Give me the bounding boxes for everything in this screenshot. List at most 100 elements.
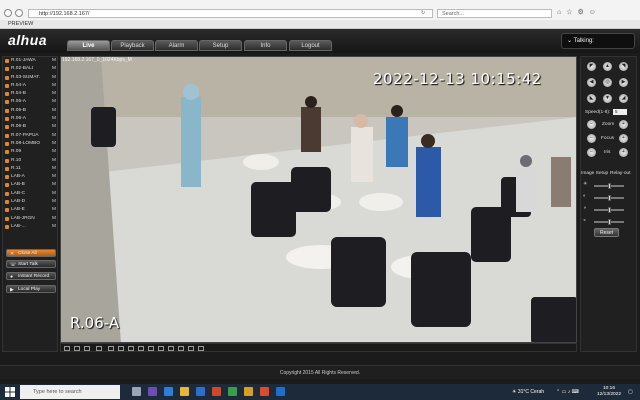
slider-knob[interactable] — [607, 219, 611, 225]
channel-stream-flag[interactable]: M — [52, 223, 56, 231]
channel-stream-flag[interactable]: M — [52, 74, 56, 82]
hue-slider[interactable] — [594, 219, 624, 225]
zoom-icon[interactable] — [178, 346, 184, 351]
channel-item[interactable]: R.07-PAPUA M — [3, 132, 59, 140]
channel-stream-flag[interactable]: M — [52, 65, 56, 73]
slider-knob[interactable] — [607, 195, 611, 201]
grid-36-icon[interactable] — [138, 346, 144, 351]
edge-icon[interactable] — [164, 387, 173, 396]
ptz-left-icon[interactable]: ◀ — [587, 78, 596, 87]
channel-item[interactable]: R.05-B M — [3, 107, 59, 115]
channel-item[interactable]: LAB-A M — [3, 173, 59, 181]
fullscreen-icon[interactable] — [96, 346, 102, 351]
settings-icon[interactable] — [198, 346, 204, 351]
channel-item[interactable]: R.05-A M — [3, 98, 59, 106]
channel-stream-flag[interactable]: M — [52, 57, 56, 65]
channel-stream-flag[interactable]: M — [52, 206, 56, 214]
ptz-down-icon[interactable]: ▼ — [603, 94, 612, 103]
channel-item[interactable]: R.01-JAWA M — [3, 57, 59, 65]
ie-icon[interactable] — [276, 387, 285, 396]
refresh-icon[interactable]: ↻ — [421, 9, 425, 18]
start-talk-button[interactable]: ☏ Start Talk — [6, 260, 56, 268]
excel-icon[interactable] — [228, 387, 237, 396]
close-all-button[interactable]: ✕ Close All — [6, 249, 56, 257]
browser-search-input[interactable]: Search... — [437, 9, 552, 18]
channel-stream-flag[interactable]: M — [52, 107, 56, 115]
channel-item[interactable]: R.11 M — [3, 165, 59, 173]
grid-9-icon[interactable] — [108, 346, 114, 351]
channel-stream-flag[interactable]: M — [52, 98, 56, 106]
zoom-in-icon[interactable]: + — [619, 120, 628, 129]
instant-record-button[interactable]: ● Instant Record — [6, 272, 56, 280]
file-explorer-icon[interactable] — [180, 387, 189, 396]
taskbar-search-input[interactable]: Type here to search — [20, 385, 120, 399]
ptz-down-right-icon[interactable]: ◢ — [619, 94, 628, 103]
chrome-icon[interactable] — [260, 387, 269, 396]
image-setup-tab[interactable]: Image Setup — [581, 171, 608, 176]
notification-icon[interactable]: ▢ — [628, 385, 633, 399]
live-video[interactable] — [60, 56, 577, 343]
ptz-center-icon[interactable]: ◎ — [603, 78, 612, 87]
channel-stream-flag[interactable]: M — [52, 82, 56, 90]
channel-item[interactable]: LAB-C M — [3, 190, 59, 198]
channel-stream-flag[interactable]: M — [52, 181, 56, 189]
channel-stream-flag[interactable]: M — [52, 173, 56, 181]
channel-stream-flag[interactable]: M — [52, 123, 56, 131]
app-icon-2[interactable] — [244, 387, 253, 396]
channel-item[interactable]: R.04-A M — [3, 82, 59, 90]
tab-info[interactable]: Info — [244, 40, 287, 51]
channel-stream-flag[interactable]: M — [52, 90, 56, 98]
address-bar[interactable]: http://192.168.2.167/ — [28, 9, 433, 18]
local-play-button[interactable]: ▶ Local Play — [6, 285, 56, 293]
channel-item[interactable]: LAB-B M — [3, 181, 59, 189]
saturation-slider[interactable] — [594, 207, 624, 213]
audio-icon[interactable] — [168, 346, 174, 351]
channel-item[interactable]: LAB-... M — [3, 223, 59, 231]
channel-item[interactable]: R.08-LOMBO M — [3, 140, 59, 148]
channel-item[interactable]: R.09 M — [3, 148, 59, 156]
tab-playback[interactable]: Playback — [111, 40, 154, 51]
nine-view-icon[interactable] — [84, 346, 90, 351]
snapshot-icon[interactable] — [148, 346, 154, 351]
reset-button[interactable]: Reset — [594, 228, 619, 237]
channel-stream-flag[interactable]: M — [52, 157, 56, 165]
app-icon-1[interactable] — [148, 387, 157, 396]
channel-item[interactable]: LAB-D M — [3, 198, 59, 206]
slider-knob[interactable] — [607, 207, 611, 213]
iris-out-icon[interactable]: − — [587, 148, 596, 157]
weather-widget[interactable]: ☀ 31°C Cerah — [512, 385, 544, 399]
channel-stream-flag[interactable]: M — [52, 140, 56, 148]
iris-in-icon[interactable]: + — [619, 148, 628, 157]
brightness-slider[interactable] — [594, 183, 624, 189]
ptz-up-left-icon[interactable]: ◤ — [587, 62, 596, 71]
tab-live[interactable]: Live — [67, 40, 110, 51]
quad-view-icon[interactable] — [74, 346, 80, 351]
ptz-down-left-icon[interactable]: ◣ — [587, 94, 596, 103]
tab-logout[interactable]: Logout — [289, 40, 332, 51]
channel-stream-flag[interactable]: M — [52, 190, 56, 198]
ptz-up-right-icon[interactable]: ◥ — [619, 62, 628, 71]
browser-menu-icons[interactable]: ⌂☆⚙☺ — [557, 8, 601, 16]
system-tray-icons[interactable]: ⌃ ▭ ♪ ⌨ — [556, 385, 579, 399]
channel-stream-flag[interactable]: M — [52, 148, 56, 156]
channel-stream-flag[interactable]: M — [52, 198, 56, 206]
channel-item[interactable]: R.06-B M — [3, 123, 59, 131]
browser-tab[interactable]: PREVIEW — [8, 21, 33, 28]
speed-select[interactable]: 5 — [613, 109, 627, 115]
talking-indicator[interactable]: ⌄ Talking: — [561, 33, 635, 49]
slider-knob[interactable] — [607, 183, 611, 189]
office-icon[interactable] — [212, 387, 221, 396]
stream-icon[interactable] — [188, 346, 194, 351]
tab-alarm[interactable]: Alarm — [155, 40, 198, 51]
grid-25-icon[interactable] — [128, 346, 134, 351]
task-view-icon[interactable] — [132, 387, 141, 396]
store-icon[interactable] — [196, 387, 205, 396]
channel-item[interactable]: R.10 M — [3, 157, 59, 165]
single-view-icon[interactable] — [64, 346, 70, 351]
back-icon[interactable] — [4, 9, 12, 17]
channel-item[interactable]: LAB-JRGN M — [3, 215, 59, 223]
ptz-right-icon[interactable]: ▶ — [619, 78, 628, 87]
relay-out-tab[interactable]: Relay-out — [610, 171, 631, 176]
windows-start-icon[interactable] — [5, 387, 15, 397]
zoom-out-icon[interactable]: − — [587, 120, 596, 129]
